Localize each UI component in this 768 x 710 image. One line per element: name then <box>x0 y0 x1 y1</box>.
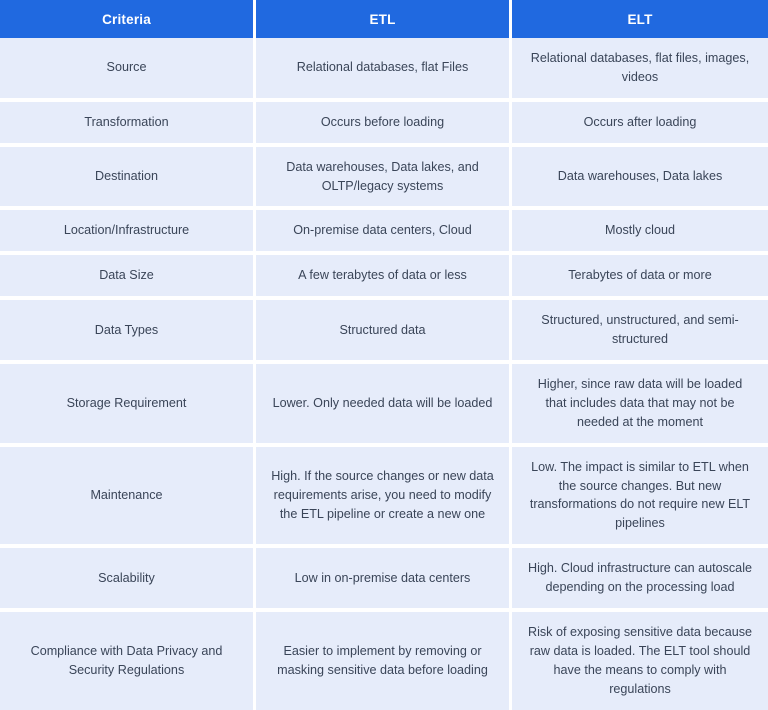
cell-criteria: Storage Requirement <box>0 364 256 447</box>
cell-text: Data Size <box>99 268 154 283</box>
cell-criteria: Data Size <box>0 255 256 301</box>
cell-etl: Data warehouses, Data lakes, and OLTP/le… <box>256 146 512 211</box>
cell-criteria: Compliance with Data Privacy and Securit… <box>0 612 256 710</box>
cell-text: Maintenance <box>90 488 163 503</box>
cell-text: Low in on-premise data centers <box>294 570 471 585</box>
cell-text: Storage Requirement <box>66 395 187 410</box>
cell-text: Compliance with Data Privacy and Securit… <box>30 643 223 677</box>
cell-text: Low. The impact is similar to ETL when t… <box>529 459 751 531</box>
cell-criteria: Transformation <box>0 101 256 147</box>
cell-text: On-premise data centers, Cloud <box>293 223 472 238</box>
cell-criteria: Location/Infrastructure <box>0 210 256 256</box>
cell-text: A few terabytes of data or less <box>298 268 467 283</box>
cell-text: Relational databases, flat files, images… <box>530 51 750 84</box>
cell-etl: Relational databases, flat Files <box>256 38 512 102</box>
table-row: Storage Requirement Lower. Only needed d… <box>0 364 768 447</box>
table-row: Maintenance High. If the source changes … <box>0 446 768 549</box>
cell-text: Data warehouses, Data lakes, and OLTP/le… <box>286 159 479 193</box>
cell-elt: Mostly cloud <box>512 210 768 256</box>
cell-text: Location/Infrastructure <box>63 223 190 238</box>
cell-criteria: Source <box>0 38 256 102</box>
cell-elt: Low. The impact is similar to ETL when t… <box>512 446 768 549</box>
cell-etl: Low in on-premise data centers <box>256 548 512 613</box>
cell-etl: High. If the source changes or new data … <box>256 446 512 549</box>
cell-criteria: Data Types <box>0 300 256 365</box>
cell-text: Lower. Only needed data will be loaded <box>272 395 493 410</box>
table-row: Destination Data warehouses, Data lakes,… <box>0 146 768 211</box>
cell-text: Destination <box>94 169 158 184</box>
table-body: Source Relational databases, flat Files … <box>0 38 768 710</box>
cell-elt: High. Cloud infrastructure can autoscale… <box>512 548 768 613</box>
cell-elt: Data warehouses, Data lakes <box>512 146 768 211</box>
cell-etl: Lower. Only needed data will be loaded <box>256 364 512 447</box>
cell-criteria: Maintenance <box>0 446 256 549</box>
cell-text: Source <box>106 60 147 75</box>
cell-text: Higher, since raw data will be loaded th… <box>537 377 743 429</box>
cell-text: Occurs after loading <box>583 114 697 129</box>
cell-etl: Structured data <box>256 300 512 365</box>
cell-etl: Occurs before loading <box>256 101 512 147</box>
cell-etl: Easier to implement by removing or maski… <box>256 612 512 710</box>
cell-elt: Terabytes of data or more <box>512 255 768 301</box>
cell-text: Scalability <box>98 570 155 585</box>
table-row: Location/Infrastructure On-premise data … <box>0 210 768 256</box>
cell-text: Mostly cloud <box>605 223 675 238</box>
cell-text: Easier to implement by removing or maski… <box>277 643 488 677</box>
cell-text: Structured, unstructured, and semi-struc… <box>541 313 739 347</box>
cell-text: Relational databases, flat Files <box>296 60 469 75</box>
cell-elt: Higher, since raw data will be loaded th… <box>512 364 768 447</box>
column-header-elt: ELT <box>512 0 768 38</box>
cell-etl: On-premise data centers, Cloud <box>256 210 512 256</box>
cell-text: Risk of exposing sensitive data because … <box>527 625 753 696</box>
cell-elt: Relational databases, flat files, images… <box>512 38 768 102</box>
cell-text: Transformation <box>84 114 169 129</box>
cell-elt: Risk of exposing sensitive data because … <box>512 612 768 710</box>
etl-elt-comparison-table: Criteria ETL ELT Source Relational datab… <box>0 0 768 710</box>
cell-text: Data warehouses, Data lakes <box>557 169 723 184</box>
table-row: Compliance with Data Privacy and Securit… <box>0 612 768 710</box>
cell-elt: Occurs after loading <box>512 101 768 147</box>
table-row: Data Size A few terabytes of data or les… <box>0 255 768 301</box>
cell-text: High. If the source changes or new data … <box>271 469 494 521</box>
table-row: Transformation Occurs before loading Occ… <box>0 101 768 147</box>
cell-text: Structured data <box>339 322 426 337</box>
column-header-criteria: Criteria <box>0 0 256 38</box>
cell-etl: A few terabytes of data or less <box>256 255 512 301</box>
cell-text: High. Cloud infrastructure can autoscale… <box>527 561 752 595</box>
cell-elt: Structured, unstructured, and semi-struc… <box>512 300 768 365</box>
table-row: Source Relational databases, flat Files … <box>0 38 768 102</box>
cell-text: Data Types <box>94 322 159 337</box>
cell-criteria: Destination <box>0 146 256 211</box>
cell-text: Terabytes of data or more <box>568 268 712 283</box>
table-row: Scalability Low in on-premise data cente… <box>0 548 768 613</box>
column-header-etl: ETL <box>256 0 512 38</box>
table-header-row: Criteria ETL ELT <box>0 0 768 38</box>
cell-text: Occurs before loading <box>320 114 445 129</box>
table-row: Data Types Structured data Structured, u… <box>0 300 768 365</box>
table-header: Criteria ETL ELT <box>0 0 768 38</box>
cell-criteria: Scalability <box>0 548 256 613</box>
